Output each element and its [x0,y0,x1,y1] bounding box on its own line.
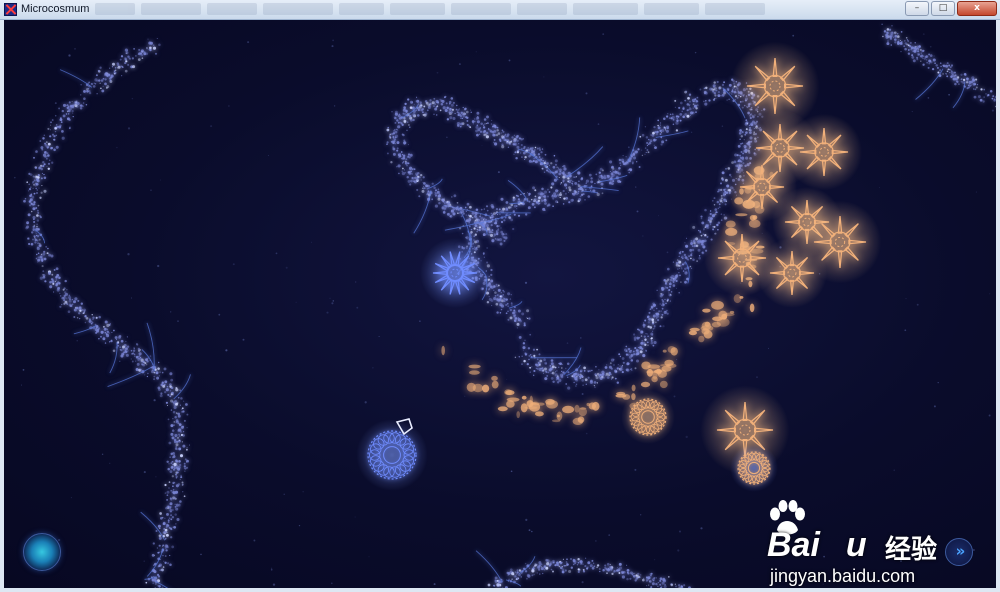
watermark-logo: Bai u [767,526,867,564]
orange-particle [641,361,651,370]
player-cell[interactable] [356,419,428,491]
orange-particle [588,402,596,410]
orange-particle [640,381,651,388]
orange-particle [729,310,735,314]
baidu-watermark: Bai u 经验 jingyan.baidu.com [767,500,967,588]
orange-particle [491,380,499,389]
orange-particle [472,383,484,393]
enemy-cell[interactable] [756,237,828,309]
orange-particle [670,347,678,356]
orange-particle [482,384,490,393]
orange-particle [666,363,677,368]
window-title: Microcosmum [21,3,90,15]
orange-particle [656,368,662,375]
orange-particle [562,405,575,414]
membrane-band [881,23,996,109]
orange-particle [524,406,538,410]
orange-particle [497,406,508,412]
player-cell[interactable] [419,237,491,309]
window-controls: – □ x [905,1,997,16]
membrane-band [475,550,691,588]
orange-particle [577,416,585,424]
orange-particle [469,370,480,375]
game-canvas[interactable]: » Bai u 经验 jingyan.baidu.com [4,20,996,588]
background-toolbar-ghost [95,3,815,17]
orange-particle [718,310,728,320]
app-window: Microcosmum – □ x » Bai u 经验 jingyan.bai… [0,0,1000,592]
minimize-button[interactable]: – [905,1,929,16]
orange-particle [551,419,561,423]
membrane-band [23,37,191,588]
orange-particle [662,349,667,353]
orange-particle [616,391,626,396]
orange-particle [701,321,712,331]
watermark-chinese: 经验 [885,535,938,565]
orange-particle [441,345,446,356]
enemy-cell[interactable] [621,390,675,444]
orange-particle [659,380,668,389]
orange-particle [506,400,515,408]
orange-particle [546,400,558,409]
orange-particle [505,390,515,396]
orange-particle [521,395,527,400]
orange-particle [702,308,711,313]
contested-cell[interactable] [730,444,778,492]
maximize-button[interactable]: □ [931,1,955,16]
orange-particle [631,384,636,392]
orange-particle [711,300,724,310]
orange-particle [530,402,536,405]
orange-particle [689,327,700,332]
orange-particle [535,411,544,417]
orange-particle [516,411,520,419]
enemy-cell[interactable] [785,113,863,191]
orange-particle [749,303,755,313]
close-button[interactable]: x [957,1,997,16]
orange-particle [468,364,481,369]
app-icon [4,3,17,16]
orange-particle [556,414,561,418]
orange-particle [651,376,658,383]
orange-particle [491,375,498,381]
orange-particle [698,335,705,343]
title-bar[interactable]: Microcosmum – □ x [0,0,1000,20]
orange-particle [579,407,587,410]
watermark-url: jingyan.baidu.com [770,566,916,586]
cell-menu-icon[interactable] [23,533,61,571]
